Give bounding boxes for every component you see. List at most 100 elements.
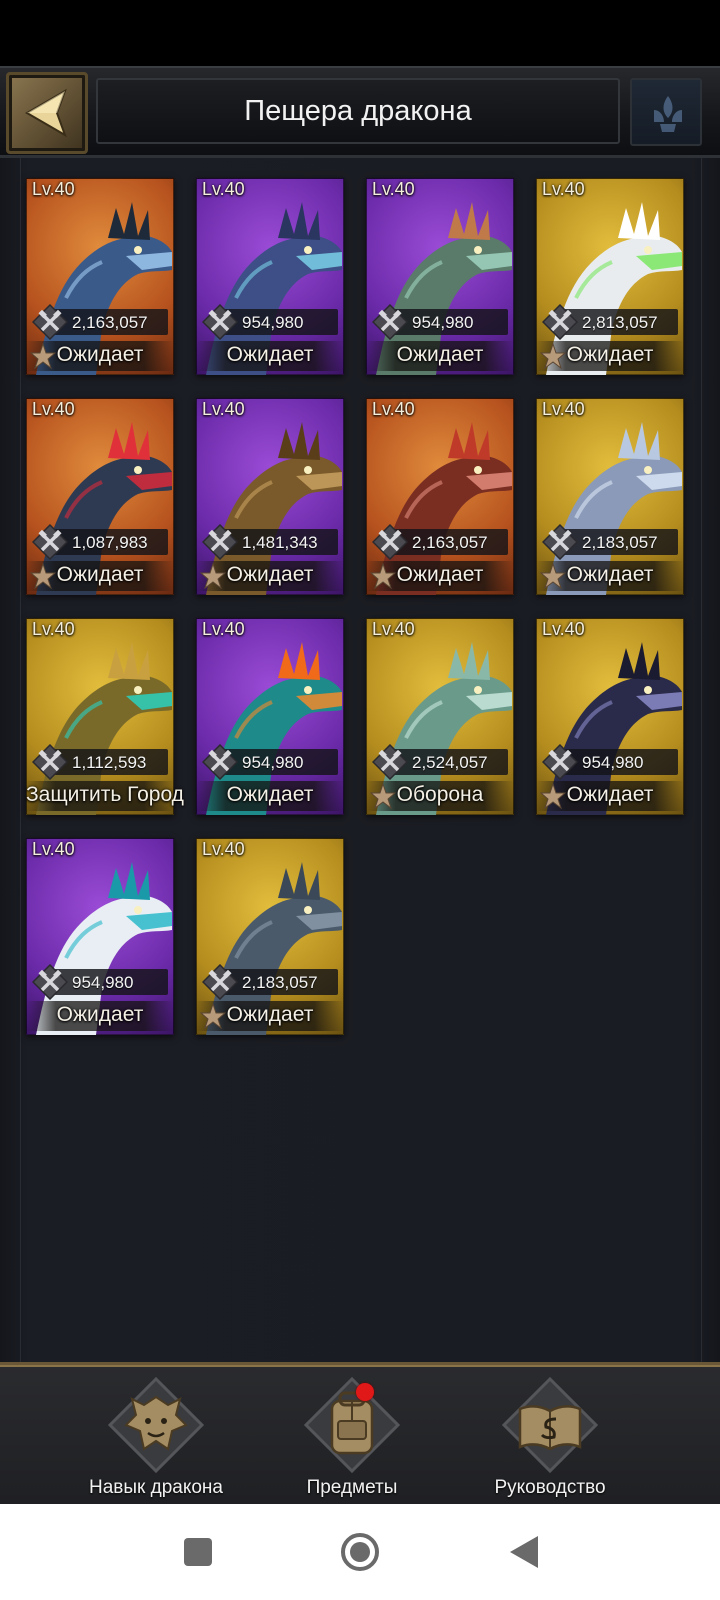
power-row: 954,980 — [202, 744, 340, 780]
back-button[interactable] — [6, 72, 88, 154]
backpack-icon — [303, 1376, 401, 1474]
status-row: Ожидает — [196, 341, 344, 371]
crossed-hammers-icon — [542, 524, 578, 560]
power-row: 2,524,057 — [372, 744, 510, 780]
power-value: 1,481,343 — [242, 533, 318, 552]
guide-label: Руководство — [494, 1477, 606, 1498]
crossed-hammers-icon — [32, 744, 68, 780]
dragon-head-icon — [107, 1376, 205, 1474]
level-label: Lv.40 — [372, 179, 415, 199]
status-row: Защитить Город — [26, 781, 184, 811]
crossed-hammers-icon — [202, 964, 238, 1000]
dragon-card[interactable]: Lv.40 954,980 Ожидает — [536, 618, 684, 815]
status-label: Защитить Город — [26, 783, 184, 806]
crossed-hammers-icon — [542, 304, 578, 340]
dragon-card[interactable]: Lv.40 2,813,057 Ожидает — [536, 178, 684, 375]
level-label: Lv.40 — [32, 399, 75, 419]
crossed-hammers-icon — [542, 744, 578, 780]
status-bar — [0, 0, 720, 66]
power-value: 1,087,983 — [72, 533, 148, 552]
guide-button[interactable]: Руководство — [460, 1375, 640, 1498]
level-label: Lv.40 — [372, 619, 415, 639]
dragon-card[interactable]: Lv.40 954,980 Ожидает — [196, 618, 344, 815]
back-nav-button[interactable] — [508, 1534, 540, 1570]
crossed-hammers-icon — [202, 744, 238, 780]
dragon-card[interactable]: Lv.40 2,163,057 Ожидает — [26, 178, 174, 375]
status-row: Ожидает — [536, 781, 684, 811]
power-value: 2,524,057 — [412, 753, 488, 772]
power-value: 954,980 — [242, 313, 304, 332]
power-row: 954,980 — [542, 744, 680, 780]
power-value: 2,163,057 — [72, 313, 148, 332]
power-value: 2,183,057 — [242, 973, 318, 992]
level-label: Lv.40 — [542, 399, 585, 419]
dragon-card[interactable]: Lv.40 1,481,343 Ожидает — [196, 398, 344, 595]
dragon-skill-label: Навык дракона — [88, 1477, 223, 1498]
crossed-hammers-icon — [202, 304, 238, 340]
level-label: Lv.40 — [202, 619, 245, 639]
status-label: Ожидает — [566, 343, 654, 366]
status-row: Ожидает — [536, 341, 684, 371]
level-label: Lv.40 — [542, 179, 585, 199]
power-value: 954,980 — [582, 753, 644, 772]
status-label: Ожидает — [226, 1003, 314, 1026]
status-row: Ожидает — [26, 1001, 174, 1031]
page-title: Пещера дракона — [244, 95, 472, 127]
dragon-card[interactable]: Lv.40 2,524,057 Оборона — [366, 618, 514, 815]
items-label: Предметы — [306, 1477, 398, 1498]
crossed-hammers-icon — [32, 964, 68, 1000]
power-row: 2,183,057 — [202, 964, 340, 1000]
status-label: Оборона — [396, 783, 484, 806]
dragon-card[interactable]: Lv.40 2,163,057 Ожидает — [366, 398, 514, 595]
dragon-card[interactable]: Lv.40 954,980 Ожидает — [26, 838, 174, 1035]
level-label: Lv.40 — [32, 619, 75, 639]
power-value: 954,980 — [72, 973, 134, 992]
status-row: Ожидает — [26, 341, 174, 371]
crossed-hammers-icon — [372, 524, 408, 560]
power-row: 2,813,057 — [542, 304, 680, 340]
dragon-card[interactable]: Lv.40 1,087,983 Ожидает — [26, 398, 174, 595]
power-value: 2,183,057 — [582, 533, 658, 552]
power-row: 1,112,593 — [32, 744, 170, 780]
dragon-card[interactable]: Lv.40 954,980 Ожидает — [366, 178, 514, 375]
power-value: 2,163,057 — [412, 533, 488, 552]
items-button[interactable]: Предметы — [262, 1375, 442, 1498]
status-label: Ожидает — [56, 1003, 144, 1026]
crossed-hammers-icon — [372, 304, 408, 340]
dragon-card[interactable]: Lv.40 2,183,057 Ожидает — [196, 838, 344, 1035]
power-row: 954,980 — [372, 304, 510, 340]
dragon-card[interactable]: Lv.40 1,112,593 Защитить Город — [26, 618, 184, 815]
dragon-card[interactable]: Lv.40 954,980 Ожидает — [196, 178, 344, 375]
status-label: Ожидает — [226, 783, 314, 806]
status-row: Ожидает — [196, 561, 344, 591]
crest-button[interactable] — [630, 78, 702, 146]
level-label: Lv.40 — [202, 399, 245, 419]
recents-button[interactable] — [184, 1538, 212, 1566]
status-label: Ожидает — [566, 563, 654, 586]
notification-badge — [356, 1383, 374, 1401]
power-value: 2,813,057 — [582, 313, 658, 332]
home-button[interactable] — [340, 1532, 380, 1572]
level-label: Lv.40 — [202, 179, 245, 199]
level-label: Lv.40 — [372, 399, 415, 419]
power-row: 954,980 — [202, 304, 340, 340]
level-label: Lv.40 — [32, 179, 75, 199]
crossed-hammers-icon — [202, 524, 238, 560]
status-row: Ожидает — [196, 1001, 344, 1031]
power-row: 2,183,057 — [542, 524, 680, 560]
status-label: Ожидает — [396, 343, 484, 366]
status-label: Ожидает — [396, 563, 484, 586]
status-row: Ожидает — [26, 561, 174, 591]
crossed-hammers-icon — [32, 304, 68, 340]
dragon-card[interactable]: Lv.40 2,183,057 Ожидает — [536, 398, 684, 595]
dragon-skill-button[interactable]: Навык дракона — [66, 1375, 246, 1498]
status-row: Оборона — [366, 781, 514, 811]
power-row: 2,163,057 — [372, 524, 510, 560]
level-label: Lv.40 — [202, 839, 245, 859]
status-label: Ожидает — [226, 343, 314, 366]
dragon-grid: Lv.40 2,163,057 Ожидает Lv.40 954,980 Ожидает… — [0, 158, 720, 1362]
crossed-hammers-icon — [372, 744, 408, 780]
power-value: 954,980 — [242, 753, 304, 772]
level-label: Lv.40 — [32, 839, 75, 859]
status-label: Ожидает — [56, 563, 144, 586]
